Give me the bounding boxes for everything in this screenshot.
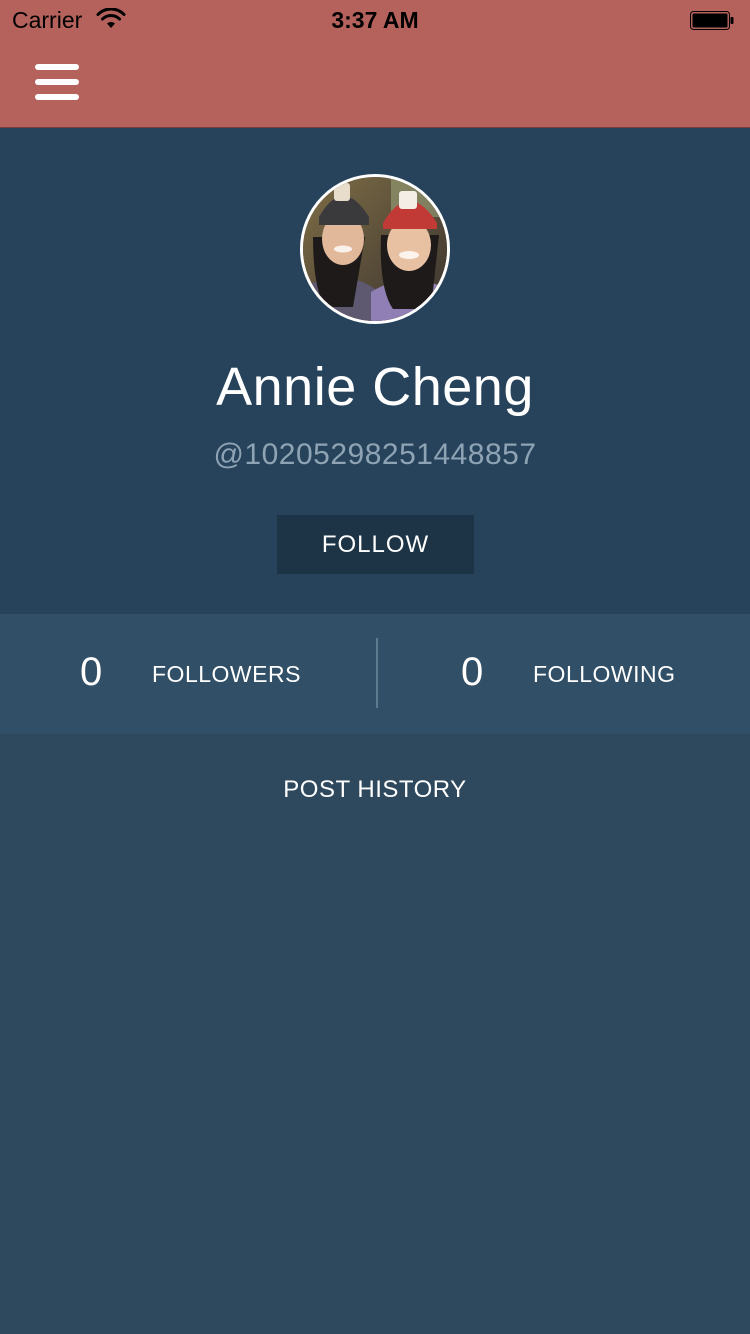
following-label: FOLLOWING — [533, 661, 676, 687]
status-time: 3:37 AM — [331, 7, 419, 33]
navigation-bar: Carrier 3:37 AM — [0, 0, 750, 128]
follow-button[interactable]: FOLLOW — [277, 515, 474, 574]
status-bar: Carrier 3:37 AM — [0, 0, 750, 40]
profile-name: Annie Cheng — [216, 357, 534, 417]
post-history-list[interactable] — [0, 734, 750, 1334]
followers-count: 0 — [80, 650, 103, 694]
profile-handle: @10205298251448857 — [213, 438, 537, 471]
following-count: 0 — [461, 650, 484, 694]
followers-label: FOLLOWERS — [152, 661, 301, 687]
profile-avatar — [300, 174, 450, 324]
stats-bar: 0 FOLLOWERS 0 FOLLOWING — [0, 614, 750, 734]
battery-icon — [690, 11, 734, 30]
profile-header: Annie Cheng @10205298251448857 FOLLOW — [0, 128, 750, 614]
post-history-title: POST HISTORY — [283, 776, 467, 803]
stats-divider — [376, 638, 378, 708]
avatar-photo — [303, 177, 447, 321]
menu-button[interactable] — [30, 60, 84, 106]
